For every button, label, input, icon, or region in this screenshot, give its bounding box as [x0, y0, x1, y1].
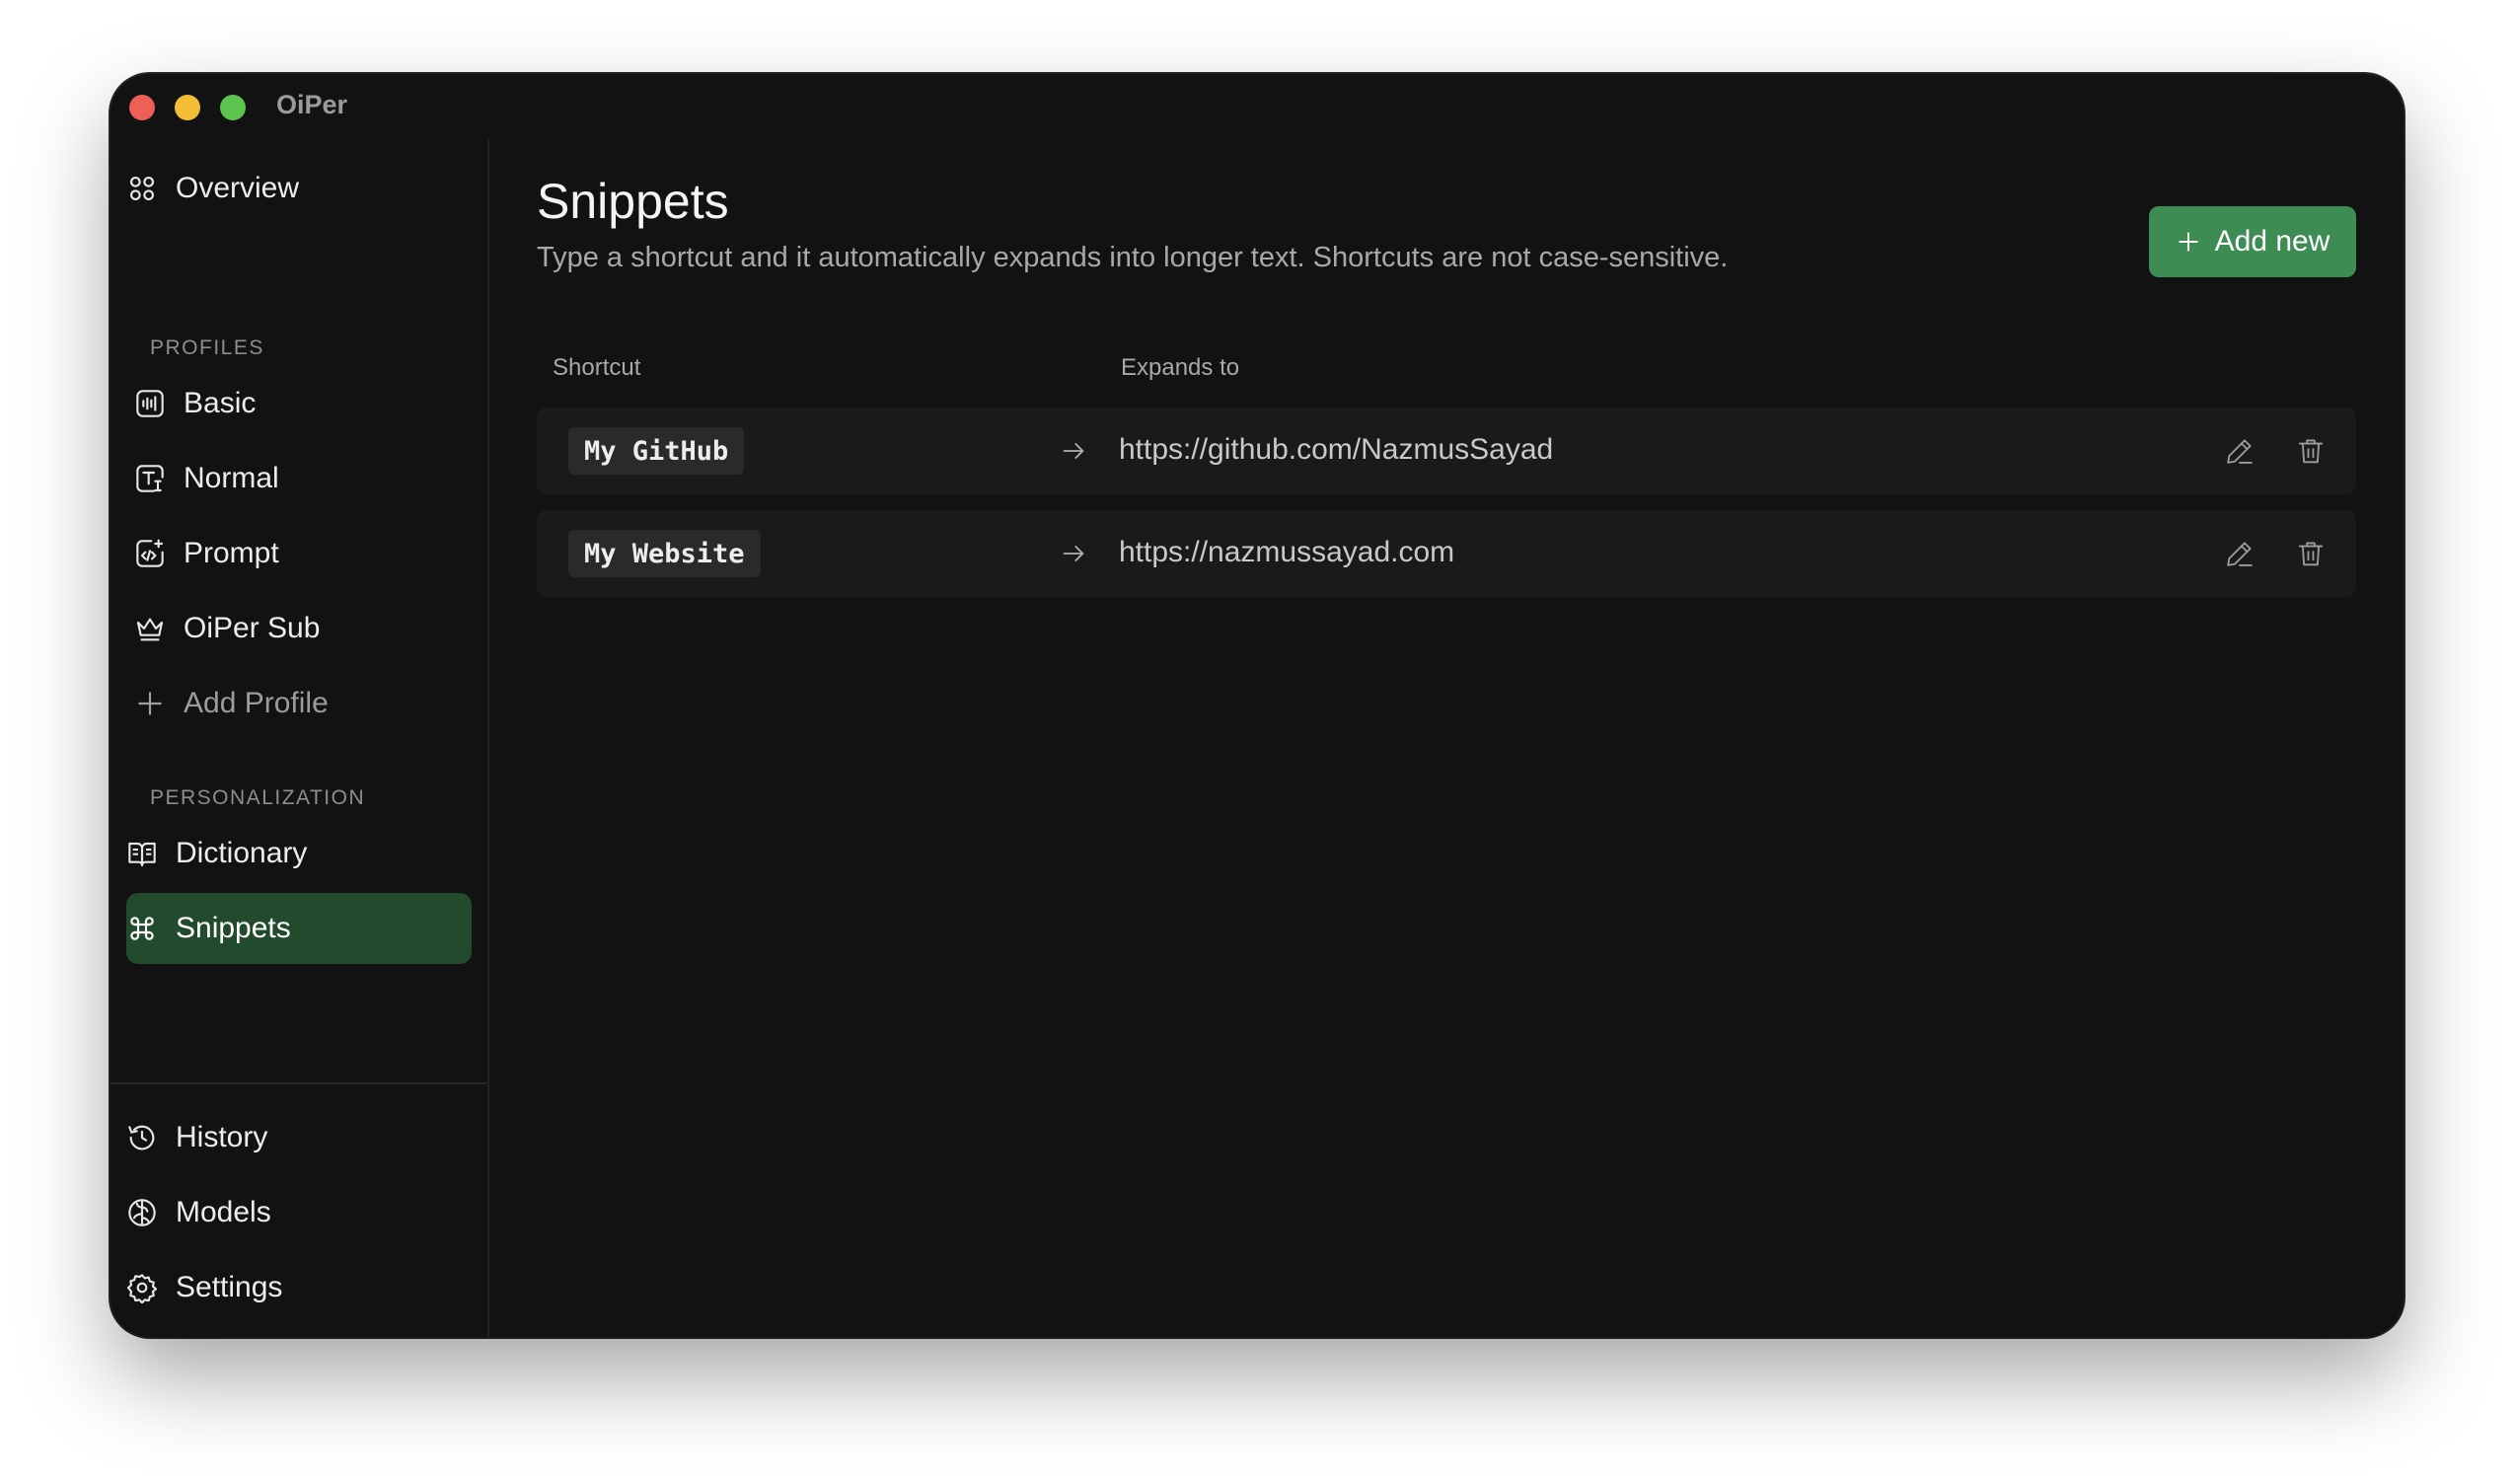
history-icon [126, 1122, 158, 1153]
personalization-section-label: PERSONALIZATION [150, 786, 366, 809]
pencil-icon [2227, 439, 2253, 464]
sidebar-item-label: Prompt [184, 537, 279, 569]
delete-button[interactable] [2293, 536, 2329, 571]
close-window-button[interactable] [129, 95, 155, 120]
app-window: OiPer Overview PROFILES Basic Normal Pro… [111, 74, 2403, 1337]
table-row[interactable]: My Website https://nazmussayad.com [537, 510, 2356, 597]
shortcut-chip: My GitHub [568, 427, 745, 475]
column-header-expands-to: Expands to [1121, 354, 1240, 381]
arrow-right-icon [1063, 546, 1084, 561]
sidebar-item-settings[interactable]: Settings [126, 1252, 472, 1323]
edit-button[interactable] [2222, 536, 2257, 571]
table-row[interactable]: My GitHub https://github.com/NazmusSayad [537, 408, 2356, 494]
pencil-icon [2227, 542, 2253, 566]
edit-button[interactable] [2222, 433, 2257, 469]
sidebar-item-label: Settings [176, 1271, 283, 1303]
sidebar-item-prompt[interactable]: Prompt [126, 518, 472, 589]
gear-icon [126, 1272, 158, 1303]
expansion-text: https://github.com/NazmusSayad [1119, 433, 1554, 466]
shortcut-chip: My Website [568, 530, 761, 577]
sidebar-item-label: Snippets [176, 912, 291, 944]
sidebar-item-normal[interactable]: Normal [126, 443, 472, 514]
add-profile-label: Add Profile [184, 687, 329, 719]
sidebar-item-label: OiPer Sub [184, 612, 321, 644]
title-bar[interactable]: OiPer [111, 74, 2403, 139]
sidebar-item-label: Models [176, 1196, 271, 1228]
sidebar-item-label: Normal [184, 462, 279, 494]
sidebar-item-history[interactable]: History [126, 1102, 472, 1173]
sidebar: Overview PROFILES Basic Normal Prompt Oi… [111, 139, 489, 1337]
sidebar-item-label: Overview [176, 172, 300, 204]
app-title: OiPer [276, 90, 348, 119]
arrow-right-icon [1063, 443, 1084, 459]
plus-icon [134, 688, 166, 719]
plus-icon [2176, 229, 2201, 255]
crown-icon [134, 613, 166, 644]
sidebar-divider [111, 1082, 487, 1084]
sidebar-item-snippets[interactable]: Snippets [126, 893, 472, 964]
sidebar-item-models[interactable]: Models [126, 1177, 472, 1248]
sidebar-item-oiper-sub[interactable]: OiPer Sub [126, 593, 472, 664]
expansion-text: https://nazmussayad.com [1119, 536, 1455, 568]
page-subtitle: Type a shortcut and it automatically exp… [537, 242, 1729, 273]
grid-icon [126, 173, 158, 204]
profiles-section-label: PROFILES [150, 336, 264, 359]
sidebar-item-overview[interactable]: Overview [126, 153, 472, 224]
trash-icon [2298, 542, 2324, 566]
sidebar-item-dictionary[interactable]: Dictionary [126, 818, 472, 889]
command-icon [126, 913, 158, 944]
waveform-icon [134, 388, 166, 419]
main-content: Snippets Type a shortcut and it automati… [489, 139, 2403, 1337]
book-icon [126, 838, 158, 869]
sidebar-item-label: History [176, 1121, 268, 1153]
text-cursor-icon [134, 463, 166, 494]
sidebar-item-label: Dictionary [176, 837, 308, 869]
delete-button[interactable] [2293, 433, 2329, 469]
sidebar-item-basic[interactable]: Basic [126, 368, 472, 439]
add-new-label: Add new [2214, 225, 2330, 258]
page-title: Snippets [537, 174, 729, 229]
trash-icon [2298, 439, 2324, 464]
column-header-shortcut: Shortcut [553, 354, 641, 381]
code-sparkle-icon [134, 538, 166, 569]
add-profile-button[interactable]: Add Profile [126, 668, 472, 739]
minimize-window-button[interactable] [175, 95, 200, 120]
sidebar-item-label: Basic [184, 387, 257, 419]
add-new-button[interactable]: Add new [2149, 206, 2356, 277]
zoom-window-button[interactable] [220, 95, 246, 120]
brain-icon [126, 1197, 158, 1228]
